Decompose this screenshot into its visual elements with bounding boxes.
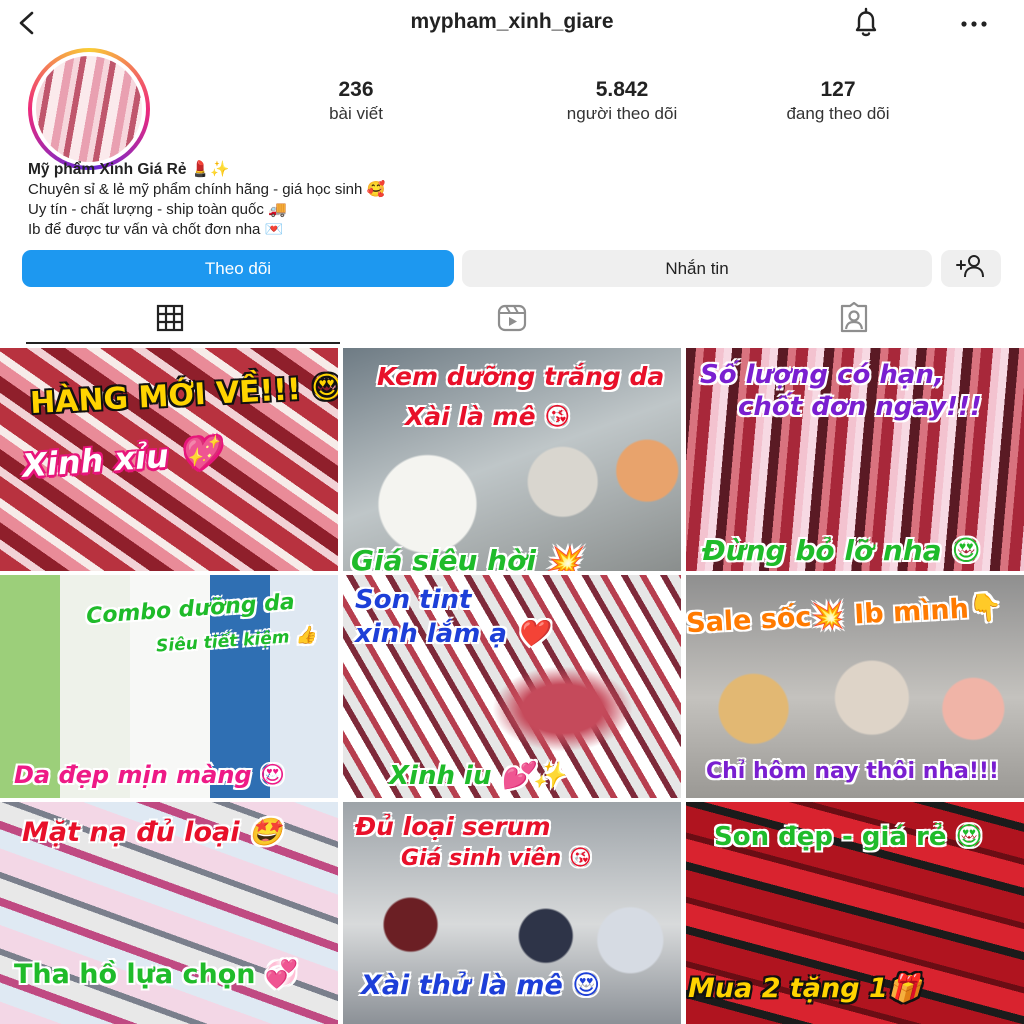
post-caption: xinh lắm ạ ❤️ xyxy=(355,619,549,649)
post-caption: Sale sốc💥 Ib mình👇 xyxy=(686,591,1004,640)
top-bar: mypham_xinh_giare xyxy=(0,0,1024,46)
stat-posts-label: bài viết xyxy=(329,104,383,123)
post-thumbnail[interactable]: Số lượng có hạn, chốt đơn ngay!!! Đừng b… xyxy=(686,348,1024,571)
post-caption: Xinh iu 💕✨ xyxy=(389,761,566,791)
post-caption: Combo dưỡng da xyxy=(85,589,296,630)
notification-bell-icon[interactable] xyxy=(848,6,884,40)
post-thumbnail[interactable]: HÀNG MỚI VỀ!!! 😍 Xinh xỉu 💖 xyxy=(0,348,338,571)
bio-line: Chuyên sỉ & lẻ mỹ phẩm chính hãng - giá … xyxy=(28,181,386,198)
post-thumbnail[interactable]: Son tint xinh lắm ạ ❤️ Xinh iu 💕✨ xyxy=(343,575,681,798)
grid-icon xyxy=(155,303,185,338)
suggested-accounts-button[interactable] xyxy=(941,250,1001,287)
post-caption: Siêu tiết kiệm 👍 xyxy=(155,625,318,657)
post-caption: Da đẹp mịn màng 😍 xyxy=(14,761,285,789)
tab-reels[interactable] xyxy=(342,296,682,344)
avatar-image xyxy=(36,56,142,162)
tab-tagged[interactable] xyxy=(684,296,1024,344)
post-caption: Mặt nạ đủ loại 🤩 xyxy=(22,817,283,848)
follow-button[interactable]: Theo dõi xyxy=(22,250,454,287)
post-caption: HÀNG MỚI VỀ!!! 😍 xyxy=(29,369,338,422)
more-options-icon[interactable] xyxy=(956,8,992,38)
stat-posts[interactable]: 236 bài viết xyxy=(266,78,446,124)
post-caption: Giá sinh viên 😘 xyxy=(401,846,592,871)
post-caption: Mua 2 tặng 1🎁 xyxy=(688,973,922,1004)
profile-bio: Mỹ phẩm Xinh Giá Rẻ 💄✨ Chuyên sỉ & lẻ mỹ… xyxy=(28,160,728,240)
tagged-person-icon xyxy=(838,301,870,339)
add-user-icon xyxy=(955,253,987,284)
stat-following-label: đang theo dõi xyxy=(786,104,890,123)
post-caption: Số lượng có hạn, xyxy=(700,360,944,390)
post-thumbnail[interactable]: Mặt nạ đủ loại 🤩 Tha hồ lựa chọn 💞 xyxy=(0,802,338,1024)
post-caption: Xài thử là mê 😍 xyxy=(361,970,601,1001)
post-thumbnail[interactable]: Kem dưỡng trắng da Xài là mê 😘 Giá siêu … xyxy=(343,348,681,571)
post-caption: Tha hồ lựa chọn 💞 xyxy=(14,959,299,990)
post-thumbnail[interactable]: Sale sốc💥 Ib mình👇 Chỉ hôm nay thôi nha!… xyxy=(686,575,1024,798)
post-caption: Xài là mê 😘 xyxy=(405,402,571,431)
post-caption: Đủ loại serum xyxy=(355,812,551,841)
stat-following[interactable]: 127 đang theo dõi xyxy=(748,78,928,124)
post-caption: Son tint xyxy=(355,585,472,615)
post-thumbnail[interactable]: Combo dưỡng da Siêu tiết kiệm 👍 Da đẹp m… xyxy=(0,575,338,798)
profile-display-name: Mỹ phẩm Xinh Giá Rẻ 💄✨ xyxy=(28,161,230,178)
message-button[interactable]: Nhắn tin xyxy=(462,250,932,287)
stat-followers[interactable]: 5.842 người theo dõi xyxy=(532,78,712,124)
reels-icon xyxy=(496,302,528,339)
stat-followers-label: người theo dõi xyxy=(566,104,678,123)
stat-following-count: 127 xyxy=(820,78,856,101)
post-caption: Chỉ hôm nay thôi nha!!! xyxy=(706,759,999,784)
post-thumbnail[interactable]: Son đẹp - giá rẻ 😍 Mua 2 tặng 1🎁 xyxy=(686,802,1024,1024)
post-caption: Xinh xỉu 💖 xyxy=(20,433,221,485)
avatar-border xyxy=(32,52,146,166)
post-caption: Đừng bỏ lỡ nha 😍 xyxy=(702,534,981,567)
post-caption: chốt đơn ngay!!! xyxy=(738,392,982,422)
bio-line: Uy tín - chất lượng - ship toàn quốc 🚚 xyxy=(28,201,287,218)
post-caption: Son đẹp - giá rẻ 😍 xyxy=(714,822,983,852)
post-caption: Giá siêu hời 💥 xyxy=(351,544,581,571)
post-caption: Kem dưỡng trắng da xyxy=(377,362,665,391)
post-thumbnail[interactable]: Đủ loại serum Giá sinh viên 😘 Xài thử là… xyxy=(343,802,681,1024)
stat-followers-count: 5.842 xyxy=(595,78,649,101)
bio-line: Ib để được tư vấn và chốt đơn nha 💌 xyxy=(28,221,284,238)
profile-tabs xyxy=(0,296,1024,344)
stat-posts-count: 236 xyxy=(338,78,374,101)
profile-avatar[interactable] xyxy=(28,48,150,170)
tab-posts-grid[interactable] xyxy=(0,296,340,344)
posts-grid: HÀNG MỚI VỀ!!! 😍 Xinh xỉu 💖 Kem dưỡng tr… xyxy=(0,348,1024,1024)
